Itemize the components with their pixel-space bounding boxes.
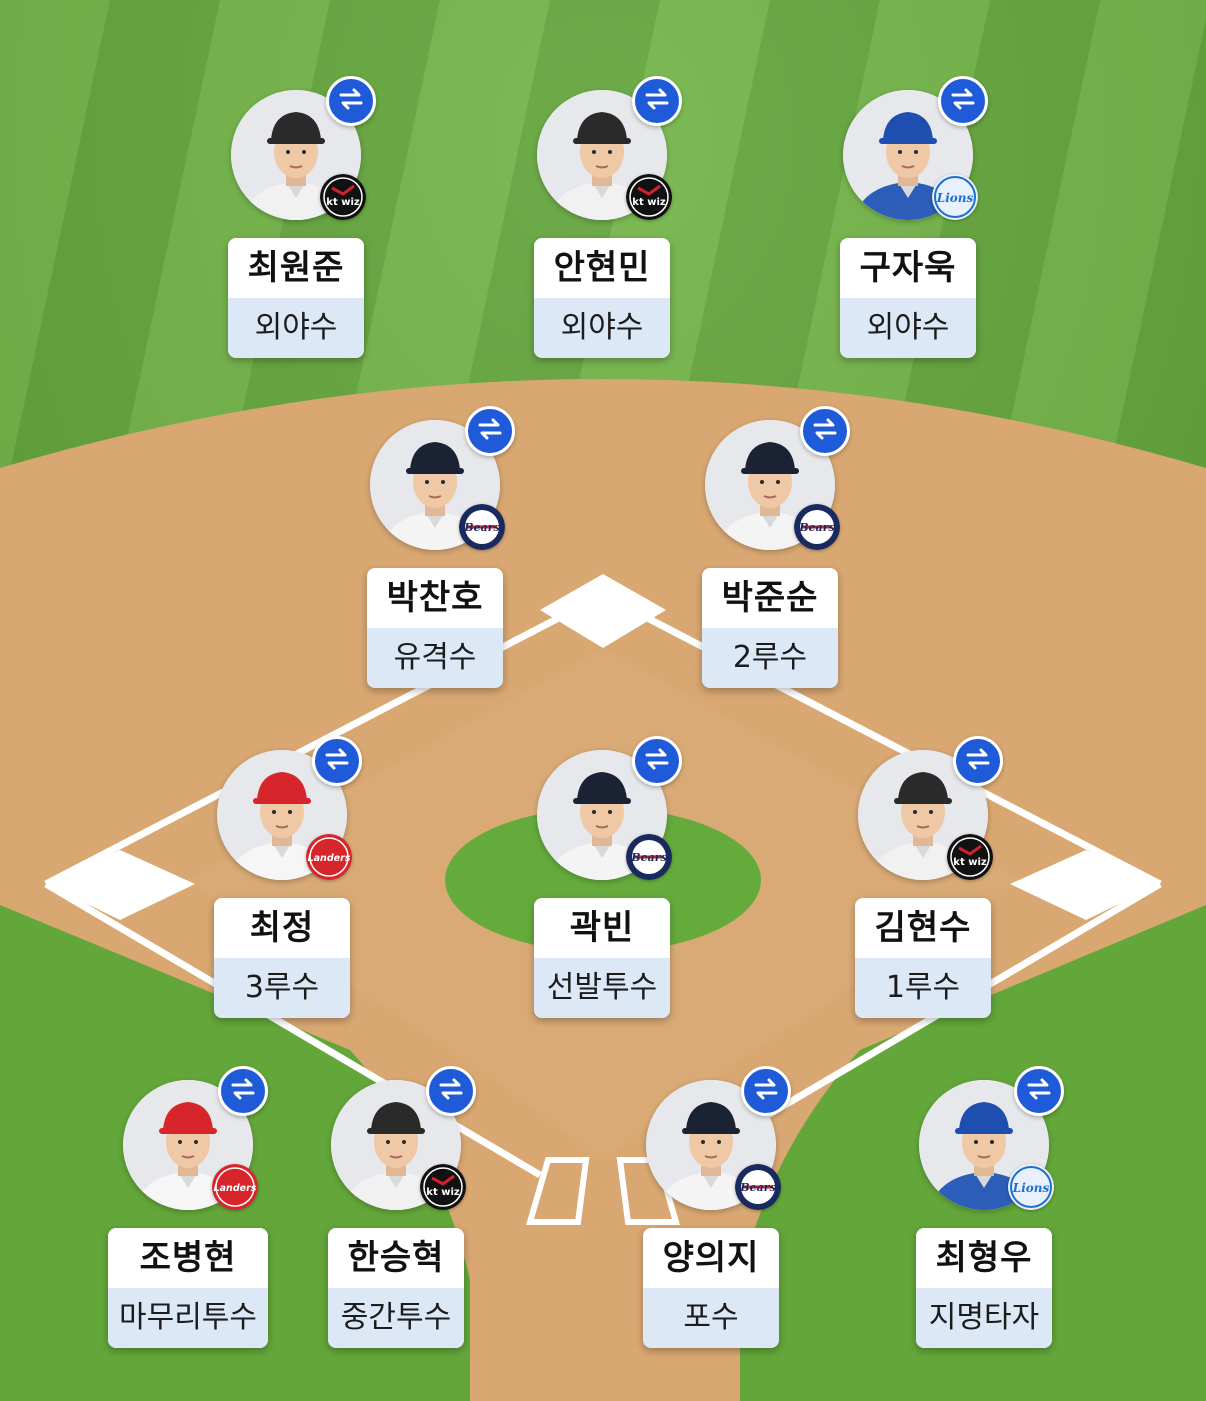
bears-logo-icon: Bears [735,1164,781,1210]
swap-arrows-icon [324,748,350,774]
swap-player-button[interactable] [426,1066,476,1116]
player-card: 조병현 마무리투수 [108,1228,268,1348]
swap-player-button[interactable] [1014,1066,1064,1116]
player-name: 구자욱 [840,238,976,298]
swap-arrows-icon [753,1078,779,1104]
bears-logo-icon: Bears [626,834,672,880]
swap-player-button[interactable] [218,1066,268,1116]
svg-text:Bears: Bears [630,851,666,864]
swap-player-button[interactable] [632,736,682,786]
player-position: 지명타자 [916,1288,1052,1348]
svg-text:kt wiz: kt wiz [326,197,360,208]
svg-text:Landers: Landers [214,1183,257,1194]
svg-text:Landers: Landers [308,853,351,864]
player-name: 조병현 [108,1228,268,1288]
swap-player-button[interactable] [800,406,850,456]
svg-text:Bears: Bears [463,521,499,534]
player-position: 외야수 [228,298,364,358]
svg-text:Lions: Lions [1012,1181,1050,1195]
swap-player-button[interactable] [938,76,988,126]
player-name: 박준순 [702,568,838,628]
player-position: 2루수 [702,628,838,688]
player-position: 1루수 [855,958,991,1018]
swap-arrows-icon [477,418,503,444]
swap-arrows-icon [812,418,838,444]
kt-wiz-logo-icon: kt wiz [947,834,993,880]
player-card: 최형우 지명타자 [916,1228,1052,1348]
bears-logo-icon: Bears [794,504,840,550]
player-position: 외야수 [534,298,670,358]
player-name: 곽빈 [534,898,670,958]
svg-text:Lions: Lions [936,191,974,205]
swap-arrows-icon [644,748,670,774]
svg-text:Bears: Bears [798,521,834,534]
player-position: 선발투수 [534,958,670,1018]
svg-text:kt wiz: kt wiz [426,1187,460,1198]
player-card: 김현수 1루수 [855,898,991,1018]
player-name: 최원준 [228,238,364,298]
lions-logo-icon: Lions [932,174,978,220]
player-card: 박찬호 유격수 [367,568,503,688]
player-position: 포수 [643,1288,779,1348]
player-position: 3루수 [214,958,350,1018]
player-position: 마무리투수 [108,1288,268,1348]
player-card: 구자욱 외야수 [840,238,976,358]
swap-arrows-icon [965,748,991,774]
swap-arrows-icon [950,88,976,114]
svg-text:Bears: Bears [739,1181,775,1194]
svg-text:kt wiz: kt wiz [632,197,666,208]
player-name: 최형우 [916,1228,1052,1288]
player-name: 박찬호 [367,568,503,628]
player-card: 안현민 외야수 [534,238,670,358]
player-card: 한승혁 중간투수 [328,1228,464,1348]
landers-logo-icon: Landers [306,834,352,880]
lions-logo-icon: Lions [1008,1164,1054,1210]
player-card: 최원준 외야수 [228,238,364,358]
player-card: 박준순 2루수 [702,568,838,688]
swap-player-button[interactable] [465,406,515,456]
swap-player-button[interactable] [326,76,376,126]
kt-wiz-logo-icon: kt wiz [420,1164,466,1210]
landers-logo-icon: Landers [212,1164,258,1210]
swap-player-button[interactable] [312,736,362,786]
player-name: 한승혁 [328,1228,464,1288]
player-card: 양의지 포수 [643,1228,779,1348]
kt-wiz-logo-icon: kt wiz [626,174,672,220]
player-name: 안현민 [534,238,670,298]
svg-text:kt wiz: kt wiz [953,857,987,868]
swap-arrows-icon [438,1078,464,1104]
player-position: 중간투수 [328,1288,464,1348]
player-name: 최정 [214,898,350,958]
swap-player-button[interactable] [741,1066,791,1116]
baseball-field-lineup: kt wiz 최원준 외야수 kt wiz 안현민 외야수 Lions 구자욱 외야수 Bears… [0,0,1206,1401]
player-card: 최정 3루수 [214,898,350,1018]
player-name: 김현수 [855,898,991,958]
kt-wiz-logo-icon: kt wiz [320,174,366,220]
swap-arrows-icon [338,88,364,114]
player-position: 유격수 [367,628,503,688]
swap-player-button[interactable] [953,736,1003,786]
swap-arrows-icon [1026,1078,1052,1104]
player-name: 양의지 [643,1228,779,1288]
swap-player-button[interactable] [632,76,682,126]
bears-logo-icon: Bears [459,504,505,550]
player-card: 곽빈 선발투수 [534,898,670,1018]
swap-arrows-icon [644,88,670,114]
player-position: 외야수 [840,298,976,358]
swap-arrows-icon [230,1078,256,1104]
